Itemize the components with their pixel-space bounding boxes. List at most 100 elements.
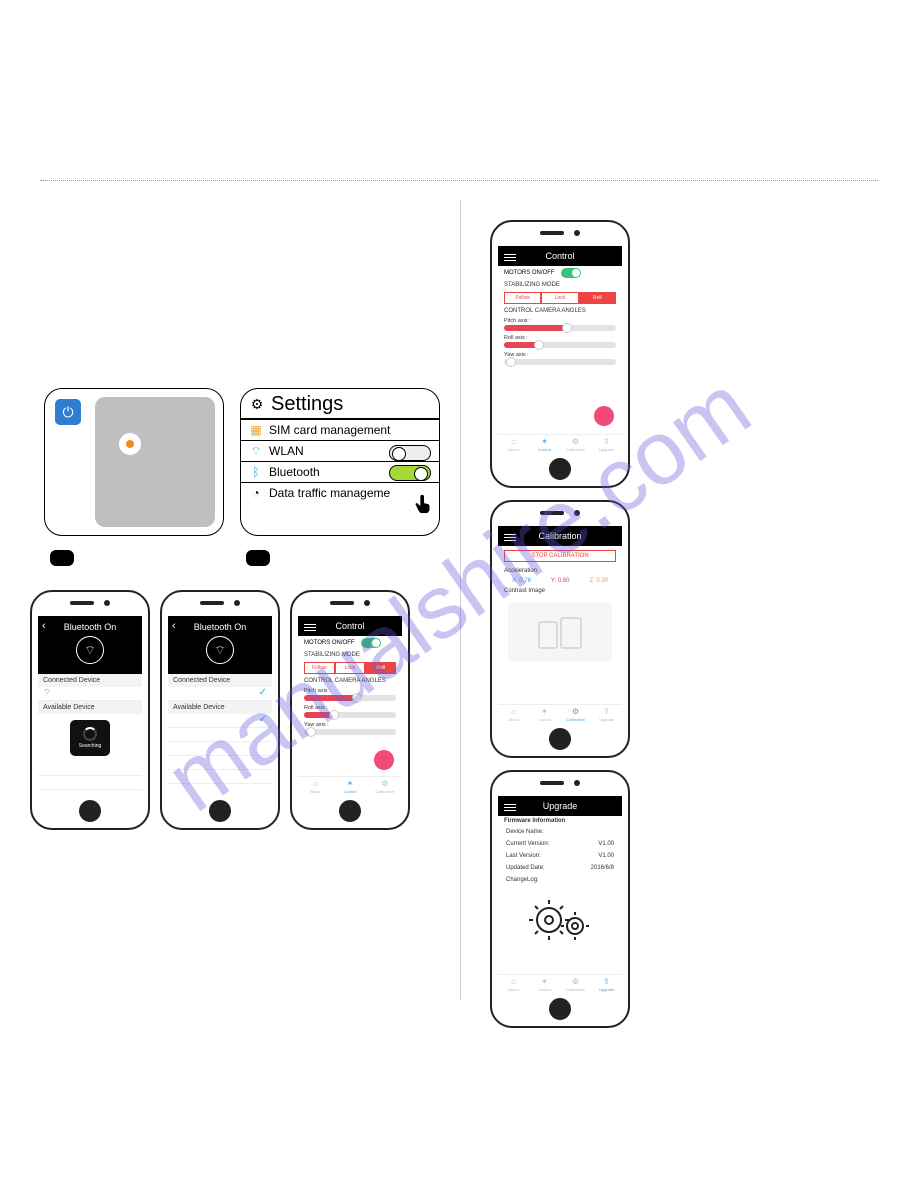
mode-roll[interactable]: Roll <box>579 292 616 304</box>
wifi-badge-icon: ⌔ <box>76 636 104 664</box>
menu-icon[interactable] <box>504 802 516 813</box>
mode-buttons: Follow Lock Roll <box>504 292 616 304</box>
app-header: Calibration <box>498 526 622 546</box>
mode-follow[interactable]: Follow <box>504 292 541 304</box>
motors-toggle[interactable] <box>561 268 581 278</box>
tab-about[interactable]: ⌂About <box>498 435 529 454</box>
roll-row: Roll axis : <box>298 703 402 720</box>
back-icon[interactable]: ‹ <box>172 620 176 632</box>
upgrade-icon: ⇪ <box>603 977 610 986</box>
list-row <box>168 742 272 756</box>
home-button[interactable] <box>549 998 571 1020</box>
settings-row-data[interactable]: ◔ Data traffic manageme <box>241 482 439 503</box>
tab-calib-label: Calibration <box>566 447 585 452</box>
current-version-label: Current Version: <box>506 841 549 847</box>
phone-notch <box>292 592 408 614</box>
motors-toggle[interactable] <box>361 638 381 648</box>
mode-follow[interactable]: Follow <box>304 662 335 674</box>
wlan-toggle[interactable] <box>389 445 431 461</box>
upgrade-icon: ⇪ <box>603 437 610 446</box>
settings-row-wlan[interactable]: ⌔ WLAN <box>241 440 439 461</box>
about-icon: ⌂ <box>511 977 516 986</box>
calib-icon: ⚙ <box>381 779 388 788</box>
tab-control[interactable]: ✶Control <box>333 777 368 796</box>
connected-row[interactable]: ⌔ <box>38 687 142 701</box>
settings-row-bluetooth[interactable]: ᛒ Bluetooth <box>241 461 439 482</box>
stab-mode-label: STABILIZING MODE <box>498 280 622 290</box>
tab-control[interactable]: ✶Control <box>529 435 560 454</box>
mode-lock[interactable]: Lock <box>541 292 578 304</box>
mode-roll[interactable]: Roll <box>365 662 396 674</box>
tab-calibration[interactable]: ⚙Calibration <box>560 705 591 724</box>
power-icon: ⏻ <box>55 399 81 425</box>
last-version-value: V1.00 <box>598 853 614 859</box>
wlan-label: WLAN <box>269 444 304 458</box>
data-label: Data traffic manageme <box>269 486 390 500</box>
yaw-label: Yaw axis : <box>304 722 396 728</box>
home-button[interactable] <box>549 728 571 750</box>
motors-row: MOTORS ON/OFF <box>298 636 402 650</box>
changelog-row: ChangeLog: <box>498 874 622 886</box>
tab-upgrade[interactable]: ⇪Upgrade <box>591 435 622 454</box>
tab-upgrade-label: Upgrade <box>599 717 614 722</box>
changelog-label: ChangeLog: <box>506 877 539 883</box>
pitch-slider[interactable] <box>504 325 616 331</box>
phone-control-large: Control MOTORS ON/OFF STABILIZING MODE F… <box>490 220 630 488</box>
tab-bar: ⌂About ✶Control ⚙Calibration ⇪Upgrade <box>498 434 622 454</box>
tab-control-label: Control <box>538 447 551 452</box>
tab-upgrade[interactable]: ⇪Upgrade <box>591 975 622 994</box>
tab-calibration[interactable]: ⚙Calibration <box>367 777 402 796</box>
tab-about[interactable]: ⌂About <box>498 975 529 994</box>
pitch-slider[interactable] <box>304 695 396 701</box>
home-button[interactable] <box>549 458 571 480</box>
calib-icon: ⚙ <box>572 977 579 986</box>
accel-y: 0.60 <box>558 578 570 584</box>
yaw-row: Yaw axis : <box>298 720 402 737</box>
home-button[interactable] <box>79 800 101 822</box>
connected-section: Connected Device <box>38 674 142 687</box>
app-header: ‹ Bluetooth On ⌔ <box>168 616 272 674</box>
calib-icon: ⚙ <box>572 707 579 716</box>
bluetooth-toggle[interactable] <box>389 465 431 481</box>
gears-illustration <box>498 894 622 944</box>
accel-x-label: X: <box>512 578 518 584</box>
roll-slider[interactable] <box>504 342 616 348</box>
tab-about[interactable]: ⌂About <box>498 705 529 724</box>
home-button[interactable] <box>209 800 231 822</box>
last-version-row: Last Version:V1.00 <box>498 850 622 862</box>
tab-control[interactable]: ✶Control <box>529 705 560 724</box>
vertical-divider <box>460 200 461 1000</box>
tab-calibration[interactable]: ⚙Calibration <box>560 975 591 994</box>
gear-icon: ⚙ <box>249 397 265 413</box>
device-name-label: Device Name: <box>506 829 544 835</box>
tab-upgrade[interactable]: ⇪Upgrade <box>591 705 622 724</box>
device-button <box>119 433 141 455</box>
control-icon: ✶ <box>541 437 548 446</box>
dotted-divider <box>40 180 878 181</box>
contrast-label: Contrast Image <box>498 586 622 596</box>
current-version-row: Current Version:V1.00 <box>498 838 622 850</box>
tab-upgrade-label: Upgrade <box>599 447 614 452</box>
fab-button[interactable] <box>594 406 614 426</box>
menu-icon[interactable] <box>504 252 516 263</box>
settings-row-sim[interactable]: ▦ SIM card management <box>241 419 439 440</box>
yaw-slider[interactable] <box>504 359 616 365</box>
yaw-slider[interactable] <box>304 729 396 735</box>
roll-slider[interactable] <box>304 712 396 718</box>
menu-icon[interactable] <box>504 532 516 543</box>
settings-title: Settings <box>271 393 343 416</box>
header-title: Bluetooth On <box>194 622 247 632</box>
home-button[interactable] <box>339 800 361 822</box>
mode-lock[interactable]: Lock <box>335 662 366 674</box>
menu-icon[interactable] <box>304 622 316 633</box>
tab-about[interactable]: ⌂About <box>298 777 333 796</box>
tab-calibration[interactable]: ⚙Calibration <box>560 435 591 454</box>
stab-mode-label: STABILIZING MODE <box>298 650 402 660</box>
stop-calibration-button[interactable]: STOP CALIBRATION <box>504 550 616 562</box>
tab-control[interactable]: ✶Control <box>529 975 560 994</box>
back-icon[interactable]: ‹ <box>42 620 46 632</box>
yaw-label: Yaw axis : <box>504 352 616 358</box>
connected-row[interactable]: ✓ <box>168 687 272 701</box>
available-row[interactable]: ✓ <box>168 714 272 728</box>
fab-button[interactable] <box>374 750 394 770</box>
